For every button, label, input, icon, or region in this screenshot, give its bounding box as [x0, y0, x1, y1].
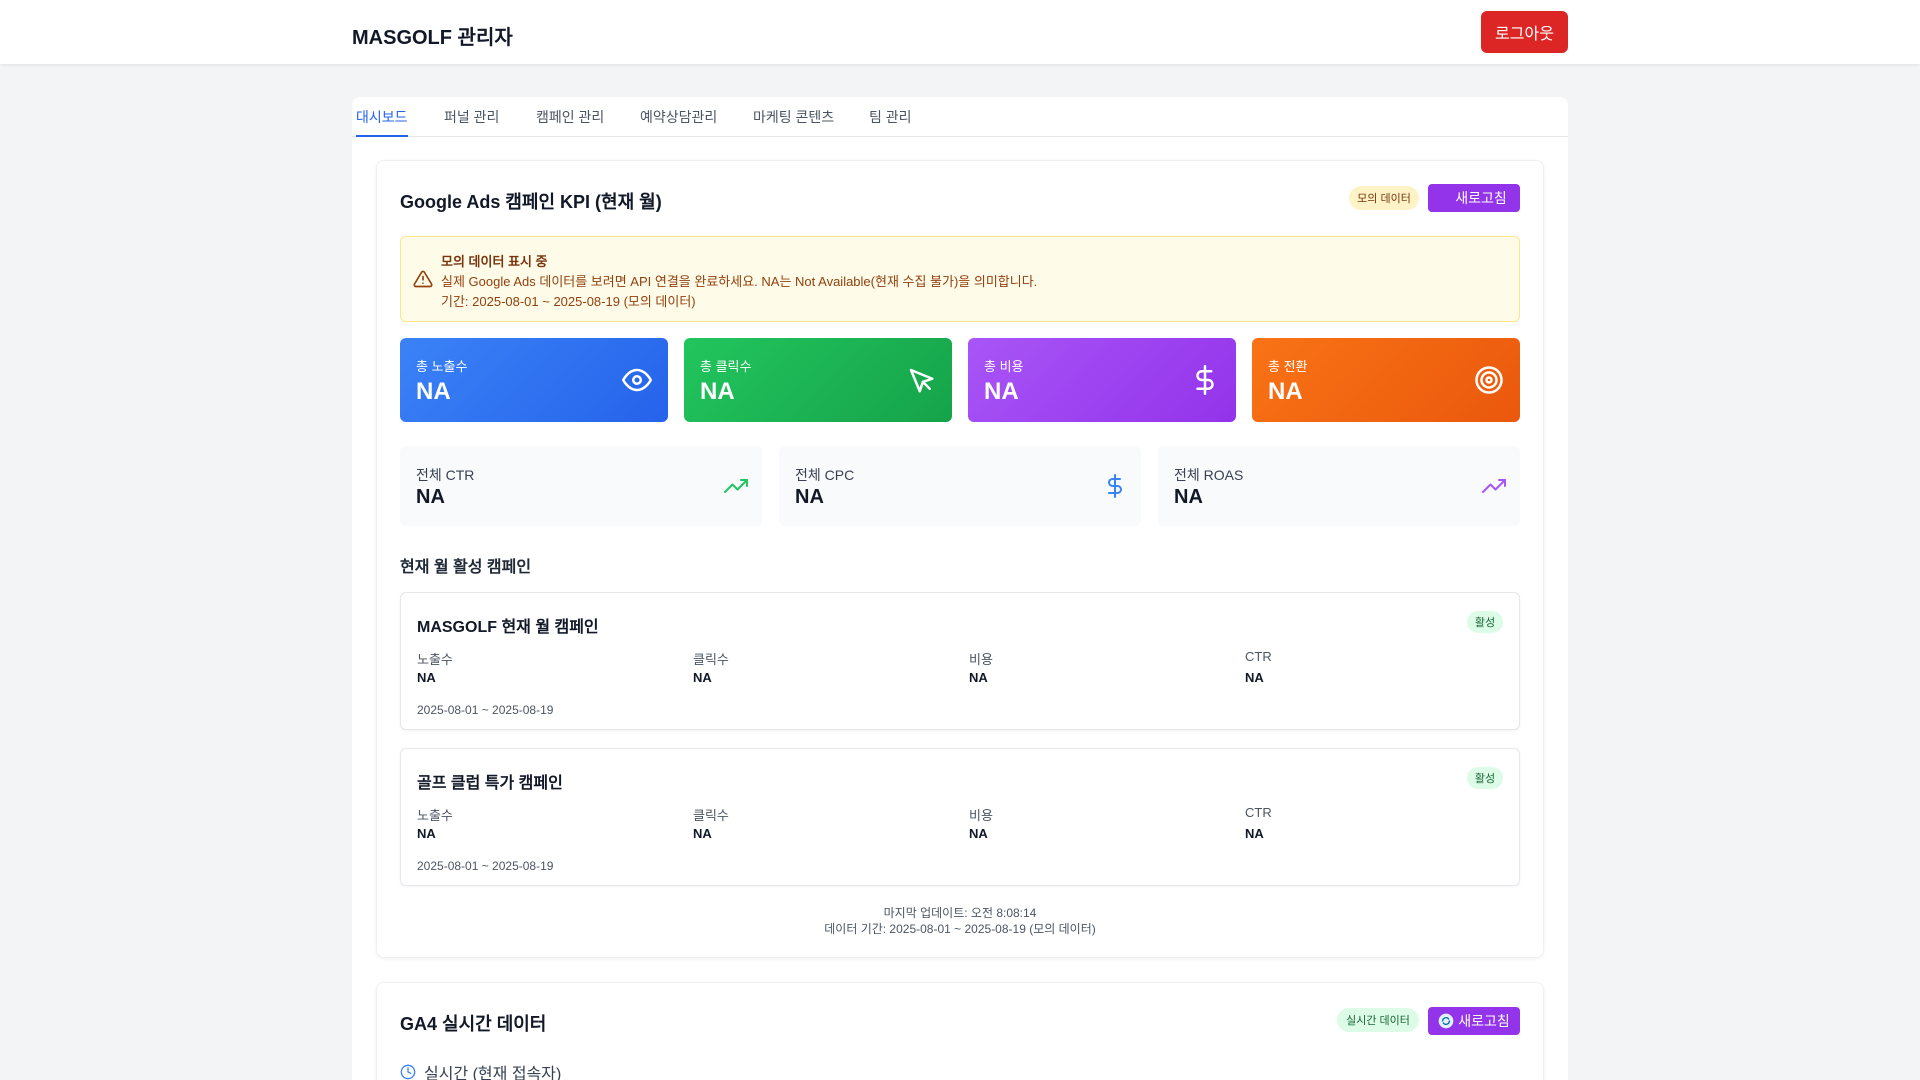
kpi-label: 총 비용 — [984, 359, 1024, 374]
warning-triangle-icon — [413, 270, 433, 288]
status-badge: 활성 — [1467, 767, 1503, 789]
stat-label: 비용 — [969, 652, 993, 667]
dollar-icon — [1108, 474, 1122, 498]
mock-data-alert: 모의 데이터 표시 중 실제 Google Ads 데이터를 보려면 API 연… — [400, 236, 1520, 322]
tab-campaign[interactable]: 캠페인 관리 — [536, 107, 604, 137]
campaign-name: MASGOLF 현재 월 캠페인 — [417, 619, 599, 636]
stat-label: 클릭수 — [693, 808, 729, 823]
dollar-icon — [1196, 365, 1214, 395]
active-campaigns-title: 현재 월 활성 캠페인 — [400, 559, 532, 576]
tab-funnel[interactable]: 퍼널 관리 — [444, 107, 499, 137]
kpi-clicks-card: 총 클릭수 NA — [684, 338, 952, 422]
kpi-value: NA — [700, 378, 735, 405]
google-ads-title: Google Ads 캠페인 KPI (현재 월) — [400, 192, 662, 212]
ga4-refresh-button[interactable]: 새로고침 — [1428, 1007, 1520, 1035]
stat-value: NA — [693, 826, 712, 841]
brand-title: MASGOLF 관리자 — [352, 27, 513, 49]
stat-label: 클릭수 — [693, 652, 729, 667]
stat-value: NA — [693, 670, 712, 685]
cursor-icon — [909, 368, 934, 393]
clock-icon — [400, 1064, 416, 1080]
realtime-section-title: 실시간 (현재 접속자) — [400, 1060, 561, 1080]
metric-value: NA — [416, 486, 445, 508]
kpi-value: NA — [416, 378, 451, 405]
stat-label: 비용 — [969, 808, 993, 823]
campaign-card[interactable]: MASGOLF 현재 월 캠페인 활성 노출수 NA 클릭수 NA 비용 NA … — [400, 592, 1520, 730]
trending-up-icon — [724, 479, 748, 493]
last-updated: 마지막 업데이트: 오전 8:08:14 — [883, 906, 1037, 920]
eye-icon — [622, 368, 652, 392]
kpi-cost-card: 총 비용 NA — [968, 338, 1236, 422]
kpi-label: 총 노출수 — [416, 359, 468, 374]
trending-up-icon — [1482, 479, 1506, 493]
stat-value: NA — [417, 670, 436, 685]
metric-cpc-box: 전체 CPC NA — [779, 446, 1141, 526]
target-icon — [1475, 366, 1503, 394]
stat-label: CTR — [1245, 649, 1272, 664]
metric-roas-box: 전체 ROAS NA — [1158, 446, 1520, 526]
stat-label: 노출수 — [417, 652, 453, 667]
realtime-data-badge: 실시간 데이터 — [1337, 1008, 1419, 1032]
stat-label: CTR — [1245, 805, 1272, 820]
status-badge: 활성 — [1467, 611, 1503, 633]
refresh-label: 새로고침 — [1458, 1013, 1510, 1029]
stat-value: NA — [1245, 826, 1264, 841]
kpi-conversions-card: 총 전환 NA — [1252, 338, 1520, 422]
ga4-title: GA4 실시간 데이터 — [400, 1014, 547, 1034]
campaign-card[interactable]: 골프 클럽 특가 캠페인 활성 노출수 NA 클릭수 NA 비용 NA CTR … — [400, 748, 1520, 886]
stat-value: NA — [1245, 670, 1264, 685]
realtime-label: 실시간 (현재 접속자) — [424, 1066, 562, 1080]
alert-period: 기간: 2025-08-01 ~ 2025-08-19 (모의 데이터) — [441, 294, 696, 309]
metric-ctr-box: 전체 CTR NA — [400, 446, 762, 526]
refresh-icon — [1438, 1013, 1454, 1029]
tab-marketing-content[interactable]: 마케팅 콘텐츠 — [753, 107, 834, 137]
metric-label: 전체 CTR — [416, 467, 475, 483]
alert-message: 실제 Google Ads 데이터를 보려면 API 연결을 완료하세요. NA… — [441, 274, 1038, 289]
metric-value: NA — [795, 486, 824, 508]
campaign-name: 골프 클럽 특가 캠페인 — [417, 775, 563, 792]
metric-label: 전체 ROAS — [1174, 467, 1244, 483]
mock-data-badge: 모의 데이터 — [1349, 186, 1419, 210]
logout-button[interactable]: 로그아웃 — [1481, 11, 1568, 53]
metric-label: 전체 CPC — [795, 467, 855, 483]
top-bar: MASGOLF 관리자 로그아웃 — [0, 0, 1920, 64]
stat-value: NA — [417, 826, 436, 841]
kpi-label: 총 전환 — [1268, 359, 1308, 374]
kpi-label: 총 클릭수 — [700, 359, 752, 374]
campaign-dates: 2025-08-01 ~ 2025-08-19 — [417, 859, 554, 873]
kpi-impressions-card: 총 노출수 NA — [400, 338, 668, 422]
tab-dashboard[interactable]: 대시보드 — [356, 107, 408, 137]
stat-value: NA — [969, 826, 988, 841]
data-period: 데이터 기간: 2025-08-01 ~ 2025-08-19 (모의 데이터) — [824, 922, 1096, 936]
stat-label: 노출수 — [417, 808, 453, 823]
alert-title: 모의 데이터 표시 중 — [441, 254, 548, 269]
tab-team[interactable]: 팀 관리 — [869, 107, 912, 137]
kpi-value: NA — [984, 378, 1019, 405]
stat-value: NA — [969, 670, 988, 685]
campaign-dates: 2025-08-01 ~ 2025-08-19 — [417, 703, 554, 717]
metric-value: NA — [1174, 486, 1203, 508]
refresh-label: 새로고침 — [1455, 190, 1507, 206]
google-ads-refresh-button[interactable]: 새로고침 — [1428, 184, 1520, 212]
kpi-value: NA — [1268, 378, 1303, 405]
tab-reservation[interactable]: 예약상담관리 — [640, 107, 717, 137]
tab-bar: 대시보드 퍼널 관리 캠페인 관리 예약상담관리 마케팅 콘텐츠 팀 관리 — [352, 97, 1568, 137]
